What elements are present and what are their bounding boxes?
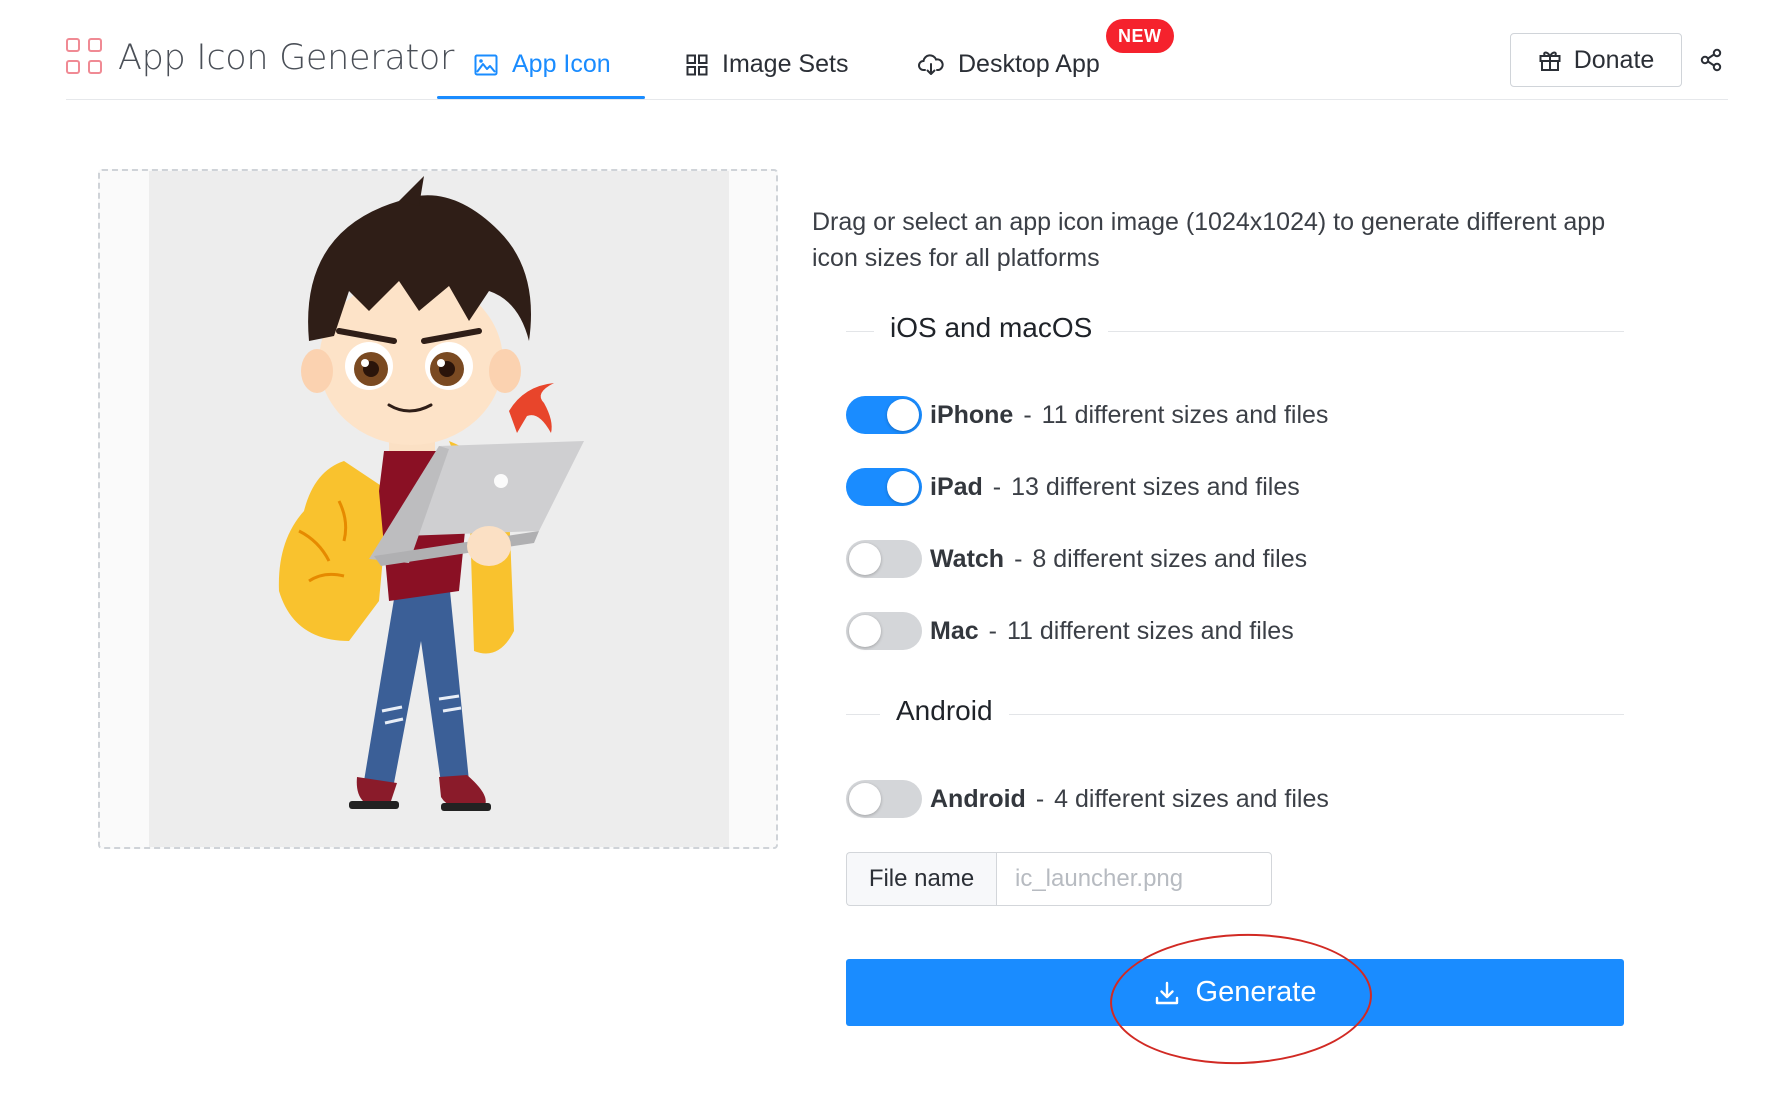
app-title: App Icon Generator [118,38,455,78]
app-logo[interactable]: App Icon Generator [66,38,454,78]
file-name-group: File name [846,852,1272,906]
download-icon [1155,981,1178,1004]
option-android: Android - 4 different sizes and files [846,777,1329,821]
gift-icon [1539,51,1561,71]
grid-icon [686,54,708,75]
generate-label: Generate [1195,976,1317,1008]
option-ipad: iPad - 13 different sizes and files [846,465,1300,509]
image-icon [474,54,498,75]
tab-label: App Icon [512,50,611,78]
tab-desktop-app[interactable]: Desktop App [918,30,1100,99]
donate-button[interactable]: Donate [1510,33,1682,87]
toggle-mac[interactable] [846,612,922,650]
option-watch: Watch - 8 different sizes and files [846,537,1307,581]
tab-app-icon[interactable]: App Icon [474,30,611,99]
toggle-watch[interactable] [846,540,922,578]
toggle-iphone[interactable] [846,396,922,434]
option-iphone: iPhone - 11 different sizes and files [846,393,1328,437]
new-badge: NEW [1106,19,1174,53]
icon-preview-image [149,171,729,847]
section-title-android: Android [880,695,1009,727]
upload-instructions: Drag or select an app icon image (1024x1… [812,208,1606,272]
share-icon[interactable] [1700,48,1722,77]
toggle-ipad[interactable] [846,468,922,506]
cloud-download-icon [918,53,944,75]
generate-button[interactable]: Generate [846,959,1624,1026]
header-divider [66,99,1728,100]
file-name-input[interactable] [996,852,1272,906]
file-name-label: File name [846,852,996,906]
tab-label: Desktop App [958,50,1100,78]
toggle-android[interactable] [846,780,922,818]
option-mac: Mac - 11 different sizes and files [846,609,1294,653]
section-title-ios: iOS and macOS [874,312,1109,344]
grid-logo-icon [66,38,106,78]
tab-image-sets[interactable]: Image Sets [686,30,848,99]
tab-label: Image Sets [722,50,849,78]
donate-label: Donate [1573,45,1655,74]
